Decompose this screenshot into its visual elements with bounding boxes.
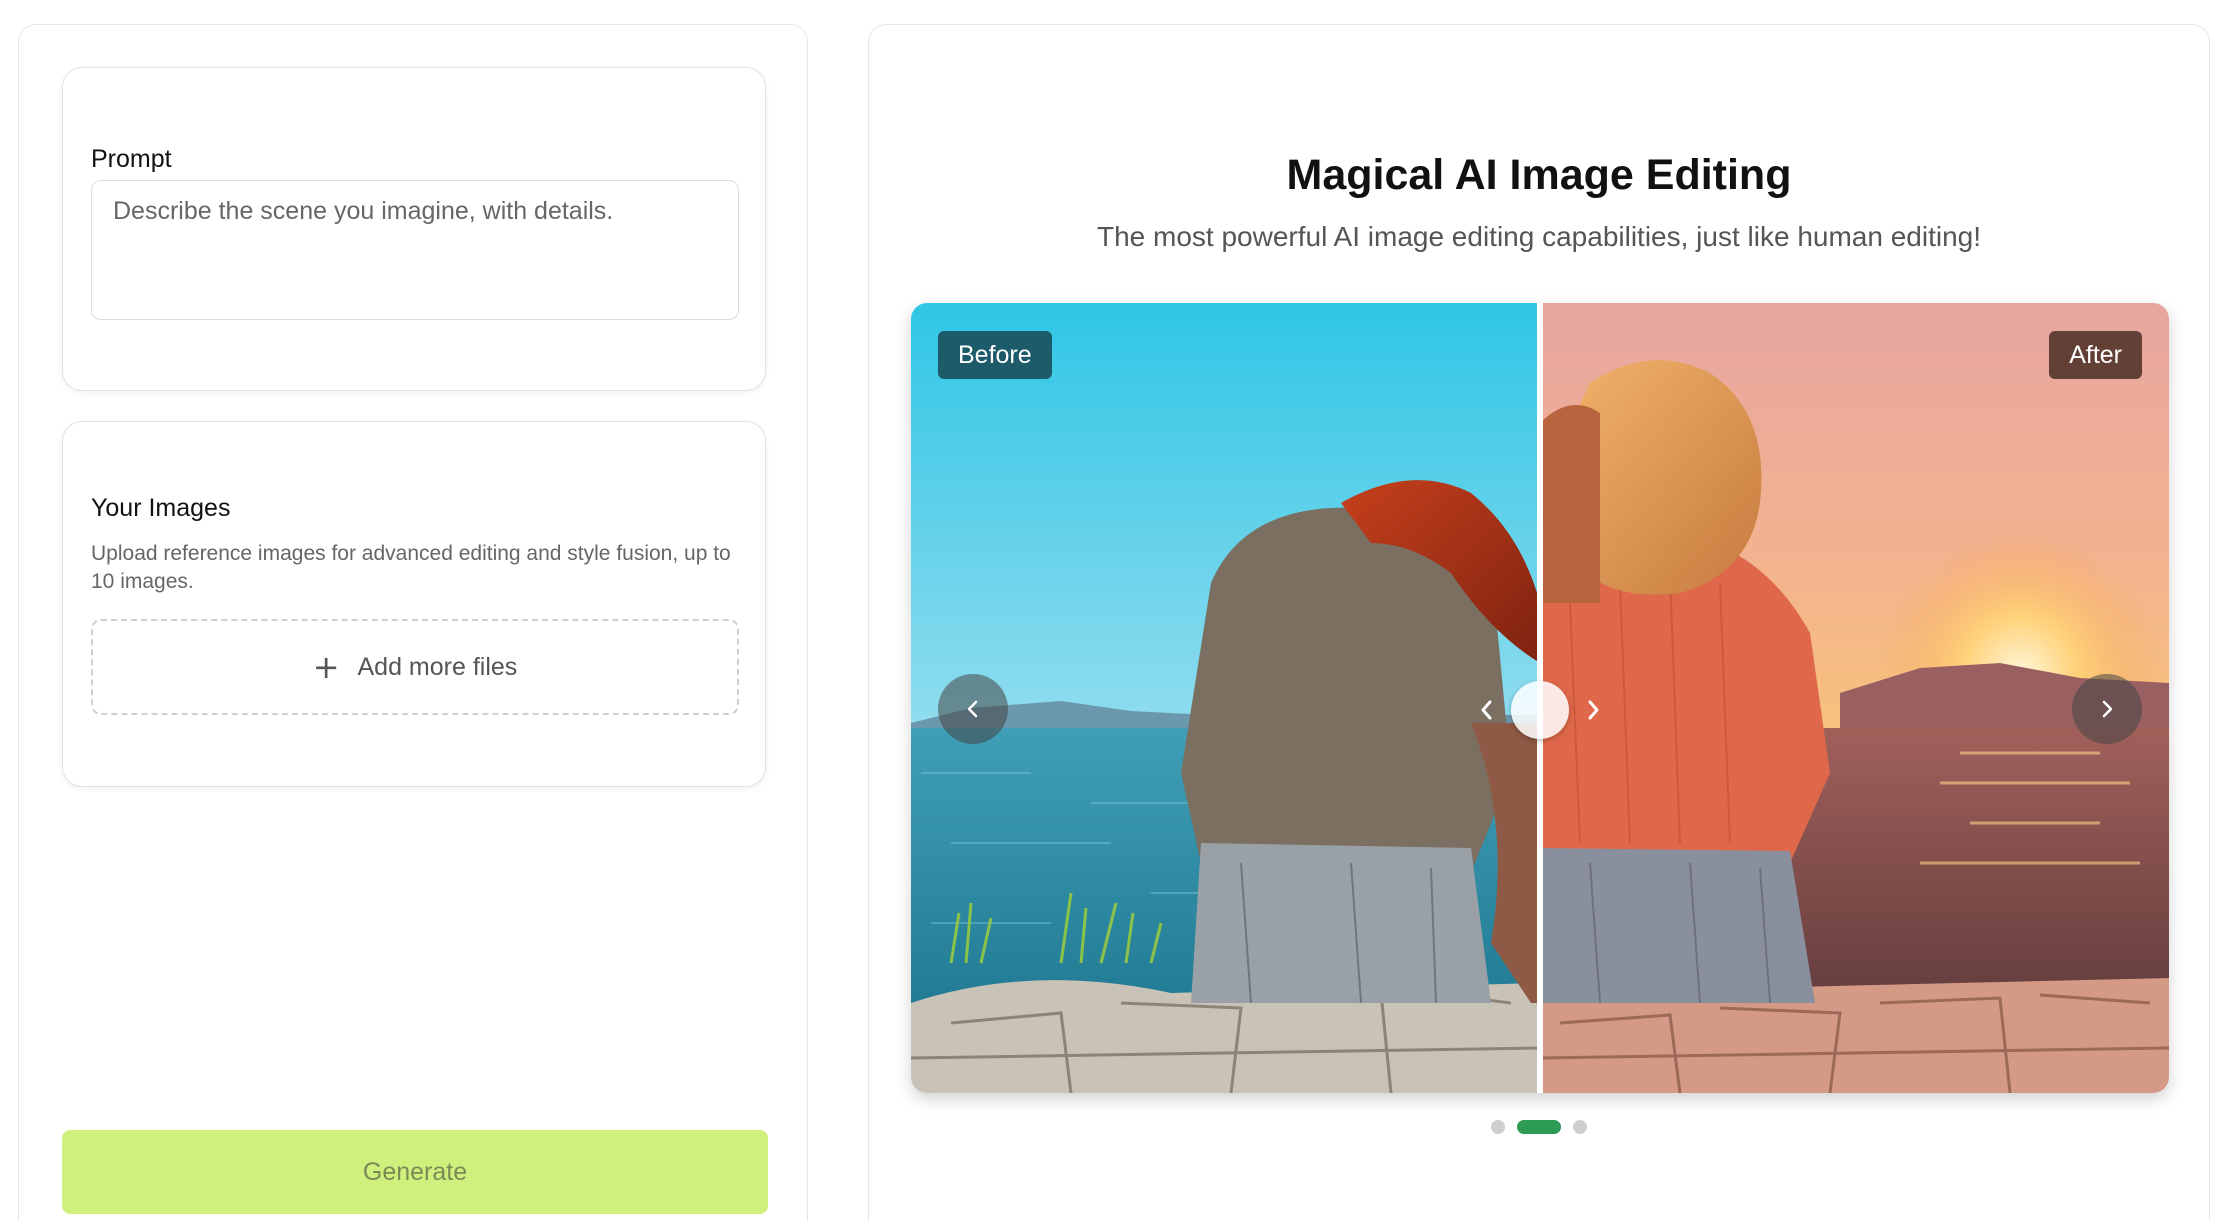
handle-left-chevron-icon bbox=[1473, 695, 1501, 725]
editor-panel: Prompt Your Images Upload reference imag… bbox=[18, 24, 808, 1221]
images-card: Your Images Upload reference images for … bbox=[62, 421, 766, 787]
slide-dot-3[interactable] bbox=[1573, 1120, 1587, 1134]
before-after-slider[interactable]: Before After bbox=[911, 303, 2169, 1093]
showcase-subtitle: The most powerful AI image editing capab… bbox=[1096, 221, 1982, 252]
add-files-button[interactable]: + Add more files bbox=[91, 619, 739, 715]
prompt-input[interactable] bbox=[91, 180, 739, 320]
prev-slide-button[interactable] bbox=[938, 674, 1008, 744]
images-label: Your Images bbox=[91, 494, 231, 522]
compare-handle[interactable] bbox=[1511, 681, 1569, 739]
generate-button[interactable]: Generate bbox=[62, 1130, 768, 1214]
prompt-label: Prompt bbox=[91, 145, 172, 173]
slide-indicators bbox=[869, 1120, 2209, 1134]
slide-dot-1[interactable] bbox=[1491, 1120, 1505, 1134]
images-description: Upload reference images for advanced edi… bbox=[91, 542, 731, 593]
chevron-left-icon bbox=[967, 700, 978, 718]
chevron-right-icon bbox=[2102, 700, 2113, 718]
next-slide-button[interactable] bbox=[2072, 674, 2142, 744]
prompt-card: Prompt bbox=[62, 67, 766, 391]
slide-dot-2[interactable] bbox=[1517, 1120, 1561, 1134]
before-badge: Before bbox=[938, 331, 1052, 379]
plus-icon: + bbox=[312, 648, 340, 686]
after-badge: After bbox=[2049, 331, 2142, 379]
showcase-title: Magical AI Image Editing bbox=[1286, 151, 1792, 199]
handle-right-chevron-icon bbox=[1579, 695, 1607, 725]
showcase-panel: Magical AI Image Editing The most powerf… bbox=[868, 24, 2210, 1221]
add-files-label: Add more files bbox=[357, 652, 518, 681]
page: Prompt Your Images Upload reference imag… bbox=[0, 0, 2222, 1221]
